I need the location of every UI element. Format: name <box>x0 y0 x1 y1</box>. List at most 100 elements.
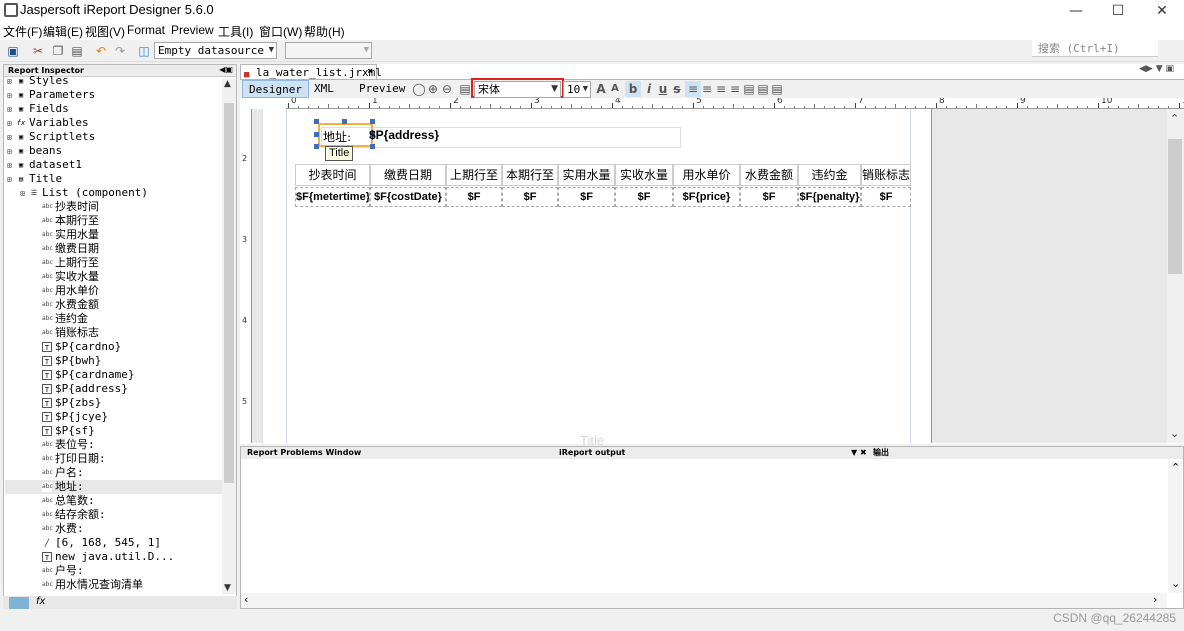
copy-icon[interactable]: ❐ <box>50 43 66 59</box>
expand-icon[interactable]: ⊞ <box>7 75 16 89</box>
inspector-item[interactable]: abc 水费: <box>5 522 225 536</box>
inspector-item[interactable]: ⊞ ▣ Scriptlets <box>5 130 225 144</box>
output-hscrollbar[interactable]: ‹ › <box>241 593 1167 608</box>
scroll-left-icon[interactable]: ‹ <box>244 593 248 606</box>
expand-icon[interactable]: ⊞ <box>7 159 16 173</box>
table-field-cell[interactable]: $F{price} <box>673 187 740 207</box>
menu-window[interactable]: 窗口(W) <box>259 23 302 40</box>
font-name-select[interactable]: 宋体 ▼ <box>474 81 561 98</box>
canvas-scrollbar[interactable]: ⌃ ⌄ <box>1167 109 1184 443</box>
table-field-cell[interactable]: $F <box>740 187 798 207</box>
inspector-tab-icon[interactable] <box>9 597 29 609</box>
table-field-cell[interactable]: $F{penalty} <box>798 187 861 207</box>
inspector-item[interactable]: abc 表位号: <box>5 438 225 452</box>
table-field-cell[interactable]: $F <box>615 187 673 207</box>
menu-view[interactable]: 视图(V) <box>85 23 125 40</box>
selection-handle[interactable] <box>314 119 319 124</box>
table-header-cell[interactable]: 销账标志 <box>861 164 911 186</box>
inspector-item[interactable]: abc 实收水量 <box>5 270 225 284</box>
table-field-cell[interactable]: $F{metertime} <box>295 187 370 207</box>
selection-handle[interactable] <box>314 144 319 149</box>
file-tab[interactable]: ■ la_water_list.jrxml ✖ <box>240 64 382 80</box>
tab-preview[interactable]: Preview <box>353 80 411 98</box>
scroll-down-icon[interactable]: ⌄ <box>1171 577 1180 590</box>
inspector-item[interactable]: abc 结存余额: <box>5 508 225 522</box>
strikethrough-icon[interactable]: s <box>669 81 685 97</box>
address-label[interactable]: 地址: <box>318 123 373 147</box>
close-button[interactable]: ✕ <box>1142 0 1182 22</box>
table-header-cell[interactable]: 实用水量 <box>558 164 615 186</box>
inspector-item[interactable]: ⊞ ▣ Fields <box>5 102 225 116</box>
inspector-item[interactable]: T $P{jcye} <box>5 410 225 424</box>
datasource-select[interactable]: Empty datasource ▼ <box>154 42 277 59</box>
inspector-item[interactable]: abc 用水单价 <box>5 284 225 298</box>
inspector-item[interactable]: abc 缴费日期 <box>5 242 225 256</box>
expand-icon[interactable]: ⊞ <box>7 131 16 145</box>
scroll-down-icon[interactable]: ⌄ <box>1170 427 1179 440</box>
table-field-cell[interactable]: $F <box>446 187 502 207</box>
align-bottom-icon[interactable]: ▤ <box>769 81 785 97</box>
inspector-item[interactable]: ⊞ ▣ Parameters <box>5 88 225 102</box>
undo-icon[interactable]: ↶ <box>93 43 109 59</box>
inspector-item[interactable]: abc 户号: <box>5 564 225 578</box>
inspector-item[interactable]: T $P{address} <box>5 382 225 396</box>
search-input[interactable]: 搜索 (Ctrl+I) <box>1032 40 1158 57</box>
selection-handle[interactable] <box>314 132 319 137</box>
scroll-thumb[interactable] <box>1168 139 1182 274</box>
table-header-cell[interactable]: 实收水量 <box>615 164 673 186</box>
inspector-item[interactable]: abc 户名: <box>5 466 225 480</box>
scroll-down-icon[interactable]: ▼ <box>224 583 231 593</box>
datasource-icon[interactable]: ◫ <box>136 43 152 59</box>
decrease-font-icon[interactable]: A <box>607 81 623 97</box>
fx-tab-icon[interactable]: fx <box>36 596 45 607</box>
panel-controls-icon[interactable]: ◀▣ <box>219 65 233 74</box>
menu-preview[interactable]: Preview <box>171 23 214 37</box>
table-header-cell[interactable]: 水费金额 <box>740 164 798 186</box>
maximize-button[interactable]: ☐ <box>1098 0 1138 22</box>
tab-xml[interactable]: XML <box>308 80 340 98</box>
inspector-item[interactable]: abc 违约金 <box>5 312 225 326</box>
editor-window-controls[interactable]: ◀▶ ▼ ▣ <box>1139 64 1181 76</box>
save-icon[interactable]: ▣ <box>5 43 21 59</box>
minimize-button[interactable]: — <box>1056 0 1096 22</box>
cut-icon[interactable]: ✂ <box>30 43 46 59</box>
inspector-item[interactable]: ⊞ ▣ beans <box>5 144 225 158</box>
inspector-item[interactable]: ⊞ ▣ dataset1 <box>5 158 225 172</box>
zoom-out-icon[interactable]: ⊖ <box>439 81 455 97</box>
output-tab[interactable]: 输出 <box>873 447 889 459</box>
selection-handle[interactable] <box>370 144 375 149</box>
scroll-up-icon[interactable]: ▲ <box>224 79 231 89</box>
inspector-item[interactable]: ⊞ fx Variables <box>5 116 225 130</box>
table-header-cell[interactable]: 违约金 <box>798 164 861 186</box>
inspector-item[interactable]: abc 抄表时间 <box>5 200 225 214</box>
inspector-item[interactable]: abc 实用水量 <box>5 228 225 242</box>
inspector-item[interactable]: Tnew java.util.D... <box>5 550 225 564</box>
table-field-cell[interactable]: $F <box>502 187 558 207</box>
inspector-item[interactable]: abc 总笔数: <box>5 494 225 508</box>
inspector-scrollbar[interactable]: ▲ ▼ <box>222 79 236 594</box>
menu-file[interactable]: 文件(F) <box>3 23 42 40</box>
expand-icon[interactable]: ⊞ <box>7 103 16 117</box>
table-header-cell[interactable]: 抄表时间 <box>295 164 370 186</box>
selection-handle[interactable] <box>342 119 347 124</box>
inspector-item[interactable]: ⊞ ▤ Title <box>5 172 225 186</box>
expand-icon[interactable]: ⊞ <box>7 145 16 159</box>
inspector-item[interactable]: ╱ [6, 168, 545, 1] <box>5 536 225 550</box>
table-header-cell[interactable]: 用水单价 <box>673 164 740 186</box>
secondary-select[interactable]: ▼ <box>285 42 372 59</box>
tab-close-icon[interactable]: ✖ <box>368 65 373 80</box>
table-header-cell[interactable]: 本期行至 <box>502 164 558 186</box>
redo-icon[interactable]: ↷ <box>112 43 128 59</box>
ireport-output-tab[interactable]: iReport output <box>559 447 625 459</box>
paste-icon[interactable]: ▤ <box>69 43 85 59</box>
tab-designer[interactable]: Designer <box>242 80 309 98</box>
inspector-item[interactable]: abc 用水情况查询清单 <box>5 578 225 592</box>
menu-format[interactable]: Format <box>127 23 165 37</box>
selection-handle[interactable] <box>370 119 375 124</box>
inspector-item[interactable]: T $P{sf} <box>5 424 225 438</box>
inspector-item[interactable]: abc 地址: <box>5 480 225 494</box>
inspector-item[interactable]: T $P{cardname} <box>5 368 225 382</box>
expand-icon[interactable]: ⊞ <box>20 187 29 201</box>
font-size-select[interactable]: 10 ▼ <box>563 81 591 98</box>
menu-edit[interactable]: 编辑(E) <box>43 23 83 40</box>
